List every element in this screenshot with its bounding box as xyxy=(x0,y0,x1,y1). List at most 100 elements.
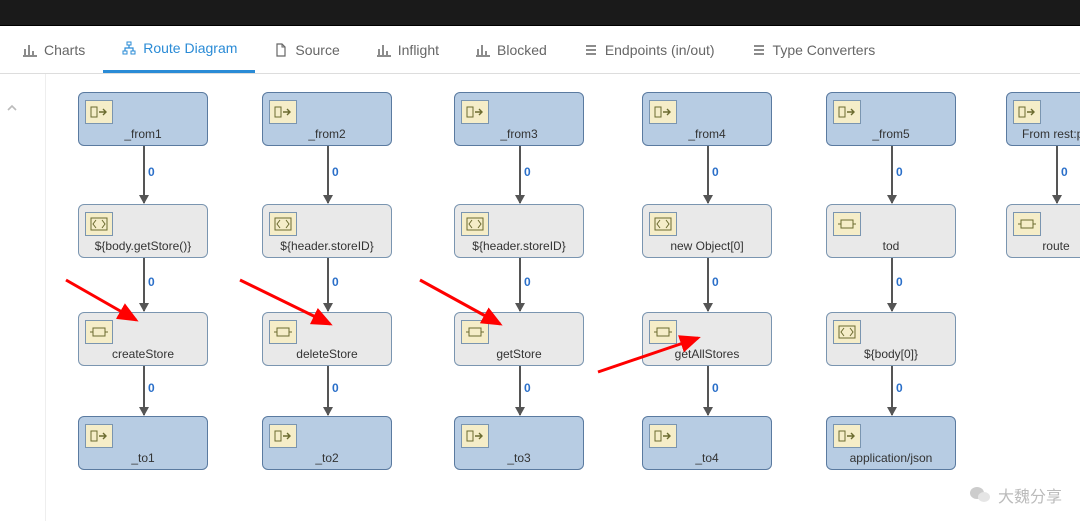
route-edge xyxy=(143,258,145,311)
node-type-icon xyxy=(85,212,113,236)
node-type-icon xyxy=(461,424,489,448)
node-label: ${body[0]} xyxy=(827,347,955,361)
route-node[interactable]: ${header.storeID} xyxy=(454,204,584,258)
sitemap-icon xyxy=(121,40,137,56)
node-label: application/json xyxy=(827,451,955,465)
tab-source[interactable]: Source xyxy=(255,26,357,73)
route-edge xyxy=(707,146,709,203)
sidebar-collapse-button[interactable] xyxy=(0,94,24,122)
list-icon xyxy=(583,42,599,58)
node-label: createStore xyxy=(79,347,207,361)
edge-count: 0 xyxy=(524,275,531,289)
route-node[interactable]: application/json xyxy=(826,416,956,470)
edge-count: 0 xyxy=(896,381,903,395)
edge-count: 0 xyxy=(332,381,339,395)
diagram-stage: _from1 0 ${body.getStore()} 0 createStore 0 _t… xyxy=(0,74,1080,521)
node-type-icon xyxy=(269,212,297,236)
node-label: _from4 xyxy=(643,127,771,141)
tab-label: Endpoints (in/out) xyxy=(605,42,715,58)
route-canvas[interactable]: _from1 0 ${body.getStore()} 0 createStore 0 _t… xyxy=(46,74,1080,521)
node-type-icon xyxy=(1013,100,1041,124)
route-node[interactable]: route xyxy=(1006,204,1080,258)
node-label: getAllStores xyxy=(643,347,771,361)
route-edge xyxy=(327,258,329,311)
edge-count: 0 xyxy=(524,381,531,395)
barchart-icon xyxy=(475,42,491,58)
file-icon xyxy=(273,42,289,58)
list-icon xyxy=(751,42,767,58)
node-label: ${body.getStore()} xyxy=(79,239,207,253)
edge-count: 0 xyxy=(1061,165,1068,179)
node-type-icon xyxy=(269,320,297,344)
route-edge xyxy=(707,258,709,311)
window-titlebar xyxy=(0,0,1080,26)
wechat-icon xyxy=(968,483,992,507)
route-edge xyxy=(143,146,145,203)
watermark-text: 大魏分享 xyxy=(998,483,1062,507)
node-label: _from1 xyxy=(79,127,207,141)
node-label: tod xyxy=(827,239,955,253)
node-label: _from3 xyxy=(455,127,583,141)
node-type-icon xyxy=(833,320,861,344)
tab-label: Type Converters xyxy=(773,42,876,58)
edge-count: 0 xyxy=(332,275,339,289)
node-label: route xyxy=(1007,239,1080,253)
route-node[interactable]: From rest:po xyxy=(1006,92,1080,146)
edge-count: 0 xyxy=(148,275,155,289)
route-edge xyxy=(143,366,145,415)
tab-blocked[interactable]: Blocked xyxy=(457,26,565,73)
node-label: deleteStore xyxy=(263,347,391,361)
route-edge xyxy=(327,366,329,415)
node-label: _from5 xyxy=(827,127,955,141)
node-label: new Object[0] xyxy=(643,239,771,253)
node-type-icon xyxy=(649,212,677,236)
route-node[interactable]: deleteStore xyxy=(262,312,392,366)
route-node[interactable]: getAllStores xyxy=(642,312,772,366)
tab-label: Source xyxy=(295,42,339,58)
edge-count: 0 xyxy=(712,275,719,289)
route-node[interactable]: ${body.getStore()} xyxy=(78,204,208,258)
route-node[interactable]: _from1 xyxy=(78,92,208,146)
edge-count: 0 xyxy=(896,275,903,289)
barchart-icon xyxy=(22,42,38,58)
route-edge xyxy=(891,146,893,203)
route-node[interactable]: _from2 xyxy=(262,92,392,146)
route-node[interactable]: tod xyxy=(826,204,956,258)
node-type-icon xyxy=(461,212,489,236)
route-node[interactable]: ${body[0]} xyxy=(826,312,956,366)
node-type-icon xyxy=(833,100,861,124)
route-node[interactable]: new Object[0] xyxy=(642,204,772,258)
tab-type-converters[interactable]: Type Converters xyxy=(733,26,894,73)
node-type-icon xyxy=(85,100,113,124)
tab-charts[interactable]: Charts xyxy=(4,26,103,73)
route-edge xyxy=(519,366,521,415)
route-node[interactable]: _to4 xyxy=(642,416,772,470)
node-label: getStore xyxy=(455,347,583,361)
tab-endpoints[interactable]: Endpoints (in/out) xyxy=(565,26,733,73)
route-edge xyxy=(519,258,521,311)
node-type-icon xyxy=(1013,212,1041,236)
tab-label: Blocked xyxy=(497,42,547,58)
tab-inflight[interactable]: Inflight xyxy=(358,26,457,73)
route-node[interactable]: createStore xyxy=(78,312,208,366)
tab-route-diagram[interactable]: Route Diagram xyxy=(103,26,255,73)
route-node[interactable]: getStore xyxy=(454,312,584,366)
route-edge xyxy=(1056,146,1058,203)
tab-bar: Charts Route Diagram Source Inflight Blo… xyxy=(0,26,1080,74)
edge-count: 0 xyxy=(524,165,531,179)
route-node[interactable]: _to1 xyxy=(78,416,208,470)
edge-count: 0 xyxy=(896,165,903,179)
tab-label: Charts xyxy=(44,42,85,58)
watermark: 大魏分享 xyxy=(968,483,1062,507)
node-type-icon xyxy=(461,100,489,124)
barchart-icon xyxy=(376,42,392,58)
route-node[interactable]: _from3 xyxy=(454,92,584,146)
node-label: _to4 xyxy=(643,451,771,465)
route-node[interactable]: ${header.storeID} xyxy=(262,204,392,258)
route-node[interactable]: _to2 xyxy=(262,416,392,470)
route-node[interactable]: _from5 xyxy=(826,92,956,146)
node-label: From rest:po xyxy=(1007,127,1080,141)
route-node[interactable]: _to3 xyxy=(454,416,584,470)
route-node[interactable]: _from4 xyxy=(642,92,772,146)
node-type-icon xyxy=(85,320,113,344)
